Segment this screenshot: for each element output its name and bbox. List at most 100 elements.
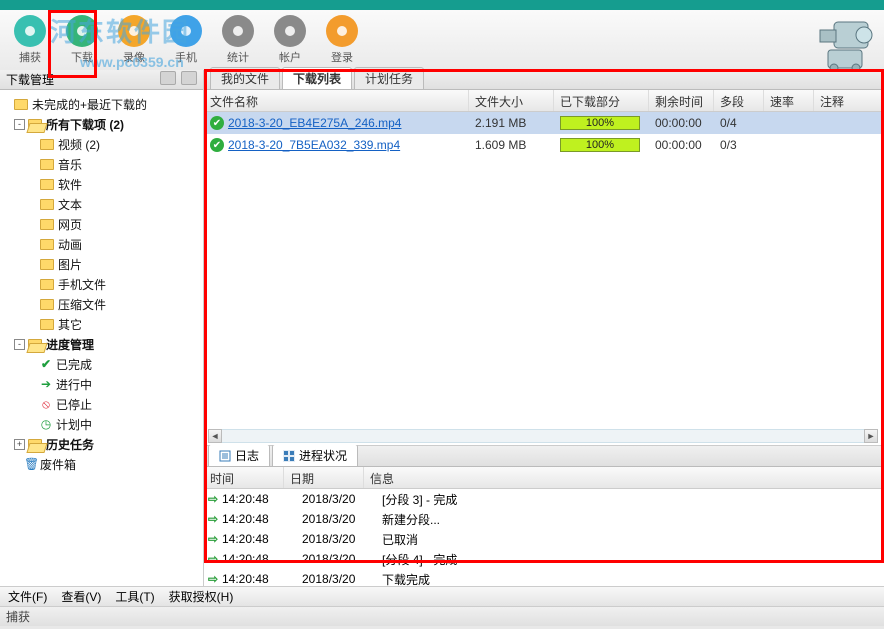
tab-下载列表[interactable]: 下载列表 <box>282 67 352 89</box>
tree-item[interactable]: 图片 <box>0 254 203 274</box>
tree-toggle-icon[interactable]: - <box>14 339 25 350</box>
tree-item[interactable]: 手机文件 <box>0 274 203 294</box>
tree-item[interactable]: 视频 (2) <box>0 134 203 154</box>
col-segments[interactable]: 多段 <box>714 90 764 111</box>
tree-item[interactable]: ➔进行中 <box>0 374 203 394</box>
toolbar-统计[interactable]: 统计 <box>212 15 264 65</box>
download-row[interactable]: ✔2018-3-20_7B5EA032_339.mp4 1.609 MB 100… <box>204 134 884 156</box>
toolbar-icon <box>118 15 150 47</box>
tree-label: 计划中 <box>56 416 92 433</box>
log-arrow-icon: ⇨ <box>208 512 222 526</box>
logcol-time[interactable]: 时间 <box>204 467 284 488</box>
log-date: 2018/3/20 <box>302 512 382 526</box>
tree-label: 文本 <box>58 196 82 213</box>
toolbar-下载[interactable]: 下载 <box>56 15 108 65</box>
tree-label: 历史任务 <box>46 436 94 453</box>
toolbar-label: 手机 <box>160 49 212 65</box>
log-row[interactable]: ⇨14:20:482018/3/20[分段 3] - 完成 <box>204 489 884 509</box>
col-size[interactable]: 文件大小 <box>469 90 554 111</box>
tree-item[interactable]: 动画 <box>0 234 203 254</box>
tree-item[interactable]: 文本 <box>0 194 203 214</box>
log-row[interactable]: ⇨14:20:482018/3/20[分段 4] - 完成 <box>204 549 884 569</box>
col-filename[interactable]: 文件名称 <box>204 90 469 111</box>
file-size: 2.191 MB <box>469 113 554 133</box>
tree-item[interactable]: 软件 <box>0 174 203 194</box>
tree-label: 所有下载项 (2) <box>46 116 124 133</box>
tree-toggle-icon[interactable]: + <box>14 439 25 450</box>
toolbar-手机[interactable]: 手机 <box>160 15 212 65</box>
remaining-time: 00:00:00 <box>649 135 714 155</box>
logcol-date[interactable]: 日期 <box>284 467 364 488</box>
scroll-right-icon[interactable]: ► <box>864 429 878 443</box>
tree-item[interactable]: + 历史任务 <box>0 434 203 454</box>
tab-我的文件[interactable]: 我的文件 <box>210 67 280 89</box>
folder-icon <box>40 259 54 270</box>
file-name[interactable]: 2018-3-20_EB4E275A_246.mp4 <box>228 116 401 130</box>
tree-item[interactable]: - 所有下载项 (2) <box>0 114 203 134</box>
col-rate[interactable]: 速率 <box>764 90 814 111</box>
subtab-进程状况[interactable]: 进程状况 <box>272 444 358 466</box>
rate <box>764 142 814 148</box>
tree-item[interactable]: 未完成的+最近下载的 <box>0 94 203 114</box>
file-name[interactable]: 2018-3-20_7B5EA032_339.mp4 <box>228 138 400 152</box>
log-list[interactable]: ⇨14:20:482018/3/20[分段 3] - 完成⇨14:20:4820… <box>204 489 884 586</box>
log-time: 14:20:48 <box>222 552 302 566</box>
tree-item[interactable]: 🗑废件箱 <box>0 454 203 474</box>
title-bar <box>0 0 884 10</box>
tree-item[interactable]: ⦸已停止 <box>0 394 203 414</box>
log-row[interactable]: ⇨14:20:482018/3/20新建分段... <box>204 509 884 529</box>
tree-item[interactable]: 其它 <box>0 314 203 334</box>
download-row[interactable]: ✔2018-3-20_EB4E275A_246.mp4 2.191 MB 100… <box>204 112 884 134</box>
tree-label: 废件箱 <box>40 456 76 473</box>
log-date: 2018/3/20 <box>302 552 382 566</box>
log-message: [分段 4] - 完成 <box>382 551 457 568</box>
rate <box>764 120 814 126</box>
log-message: 下载完成 <box>382 571 430 587</box>
note <box>814 120 864 126</box>
tree-toggle-icon[interactable]: - <box>14 119 25 130</box>
category-tree[interactable]: 未完成的+最近下载的 - 所有下载项 (2)视频 (2)音乐软件文本网页动画图片手机… <box>0 90 203 586</box>
toolbar-录像[interactable]: 录像 <box>108 15 160 65</box>
toolbar-label: 帐户 <box>264 49 316 65</box>
horizontal-scrollbar[interactable]: ◄ ► <box>208 429 878 443</box>
folder-icon <box>40 279 54 290</box>
tree-label: 压缩文件 <box>58 296 106 313</box>
col-remaining[interactable]: 剩余时间 <box>649 90 714 111</box>
logcol-info[interactable]: 信息 <box>364 467 884 488</box>
scroll-track[interactable] <box>222 429 864 443</box>
tree-item[interactable]: ✔已完成 <box>0 354 203 374</box>
col-note[interactable]: 注释 <box>814 90 864 111</box>
arrow-right-icon: ➔ <box>40 377 52 391</box>
download-list[interactable]: ✔2018-3-20_EB4E275A_246.mp4 2.191 MB 100… <box>204 112 884 445</box>
tree-label: 已停止 <box>56 396 92 413</box>
col-progress[interactable]: 已下载部分 <box>554 90 649 111</box>
tree-item[interactable]: 音乐 <box>0 154 203 174</box>
toolbar-label: 登录 <box>316 49 368 65</box>
toolbar-icon <box>222 15 254 47</box>
tab-计划任务[interactable]: 计划任务 <box>354 67 424 89</box>
tree-item[interactable]: 压缩文件 <box>0 294 203 314</box>
menu-auth[interactable]: 获取授权(H) <box>169 588 234 605</box>
log-row[interactable]: ⇨14:20:482018/3/20已取消 <box>204 529 884 549</box>
menu-view[interactable]: 查看(V) <box>61 588 101 605</box>
menu-file[interactable]: 文件(F) <box>8 588 47 605</box>
scroll-left-icon[interactable]: ◄ <box>208 429 222 443</box>
progress-bar: 100% <box>560 116 640 130</box>
subtab-日志[interactable]: 日志 <box>208 444 270 466</box>
toolbar-登录[interactable]: 登录 <box>316 15 368 65</box>
content-area: 我的文件下载列表计划任务 文件名称 文件大小 已下载部分 剩余时间 多段 速率 … <box>204 70 884 586</box>
folder-icon <box>40 139 54 150</box>
tree-item[interactable]: ◷计划中 <box>0 414 203 434</box>
sidebar-btn-1[interactable] <box>160 71 176 85</box>
toolbar-帐户[interactable]: 帐户 <box>264 15 316 65</box>
sidebar-btn-2[interactable] <box>181 71 197 85</box>
subtab-label: 进程状况 <box>299 447 347 464</box>
log-row[interactable]: ⇨14:20:482018/3/20下载完成 <box>204 569 884 586</box>
toolbar-捕获[interactable]: 捕获 <box>4 15 56 65</box>
tree-item[interactable]: 网页 <box>0 214 203 234</box>
tree-label: 其它 <box>58 316 82 333</box>
log-message: 已取消 <box>382 531 418 548</box>
segments: 0/4 <box>714 113 764 133</box>
menu-tool[interactable]: 工具(T) <box>115 588 154 605</box>
tree-item[interactable]: -进度管理 <box>0 334 203 354</box>
